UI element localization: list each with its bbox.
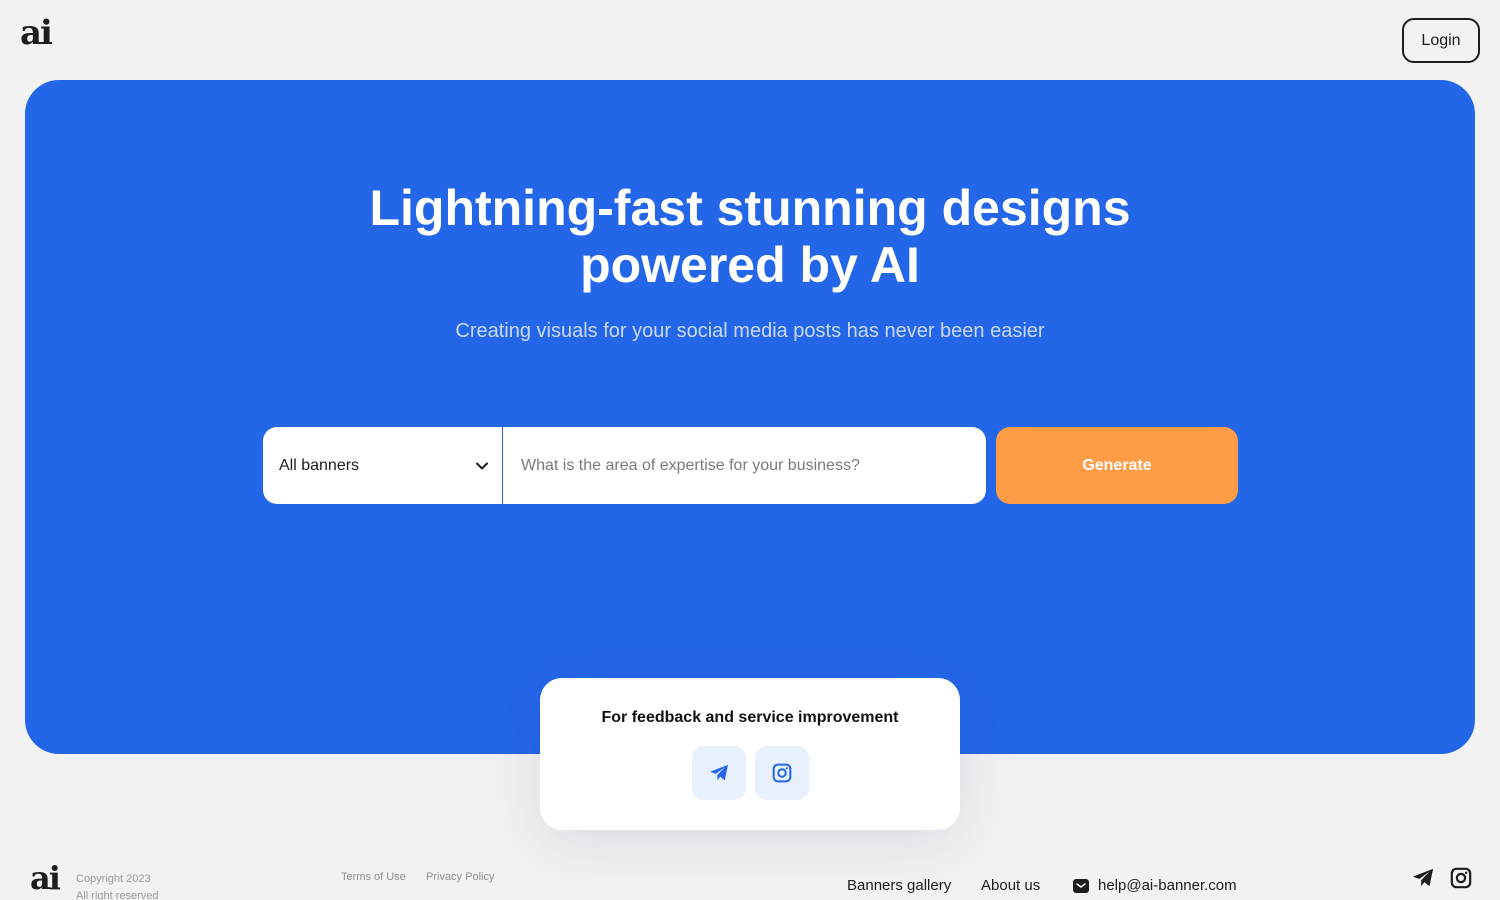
feedback-telegram-button[interactable] [692,746,746,800]
hero-title-line2: powered by AI [580,237,920,293]
feedback-title: For feedback and service improvement [601,709,899,726]
category-select-value: All banners [279,456,360,474]
chevron-down-icon [476,462,488,469]
generate-button[interactable]: Generate [996,427,1238,504]
footer-telegram-icon[interactable] [1412,867,1434,889]
email-text: help@ai-banner.com [1098,877,1237,894]
footer-logo[interactable]: ai [30,862,61,894]
category-select[interactable]: All banners [263,427,503,504]
copyright-line2: All right reserved [76,890,159,900]
footer-instagram-icon[interactable] [1450,867,1472,889]
search-form: All banners [263,427,986,504]
nav-about-us[interactable]: About us [981,877,1040,894]
expertise-input[interactable] [503,427,986,504]
logo[interactable]: ai [20,16,53,50]
copyright-line1: Copyright 2023 [76,873,151,885]
instagram-icon [772,763,792,783]
hero-title: Lightning-fast stunning designs powered … [0,180,1500,294]
email-link[interactable]: help@ai-banner.com [1073,877,1237,894]
copyright: Copyright 2023 All right reserved [76,871,159,900]
terms-link[interactable]: Terms of Use [341,871,406,883]
hero-title-line1: Lightning-fast stunning designs [369,180,1131,236]
mail-icon [1073,878,1089,893]
feedback-card: For feedback and service improvement [540,678,960,830]
privacy-link[interactable]: Privacy Policy [426,871,494,883]
feedback-instagram-button[interactable] [755,746,809,800]
telegram-icon [710,764,728,781]
hero-subtitle: Creating visuals for your social media p… [455,320,1045,342]
nav-banners-gallery[interactable]: Banners gallery [847,877,951,894]
login-button[interactable]: Login [1402,18,1480,63]
